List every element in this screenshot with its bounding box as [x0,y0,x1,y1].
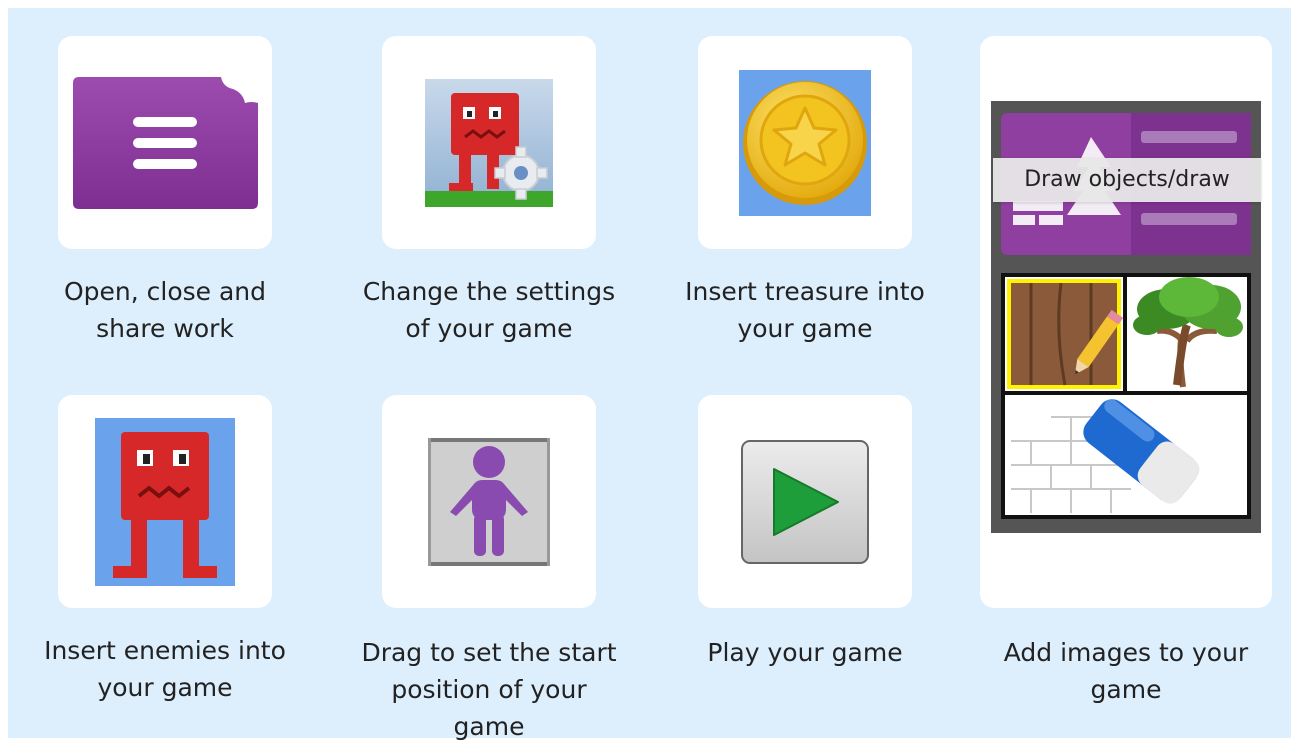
tile-label-start-position: Drag to set the start position of your g… [361,638,617,741]
start-position-icon [428,437,550,566]
tile-label-enemies: Insert enemies into your game [44,636,286,702]
tile-label-play: Play your game [707,638,903,667]
start-position-card[interactable] [382,395,596,608]
tile-label-treasure: Insert treasure into your game [685,277,925,343]
tile-label-open-close-share: Open, close and share work [63,277,267,343]
tile-label-settings: Change the settings of your game [362,277,616,343]
treasure-card[interactable] [698,36,912,249]
settings-card[interactable] [382,36,596,249]
images-card[interactable] [980,36,1272,608]
tile-label-images: Add images to your game [1003,638,1249,704]
settings-icon [425,78,553,207]
enemies-card[interactable] [58,395,272,608]
open-close-share-card[interactable] [58,36,272,249]
play-icon [741,439,869,564]
draw-objects-tooltip: Draw objects/draw [993,158,1261,202]
open-close-share-icon [72,76,258,209]
play-card[interactable] [698,395,912,608]
enemy-icon [95,417,235,586]
treasure-coin-icon [739,69,871,216]
